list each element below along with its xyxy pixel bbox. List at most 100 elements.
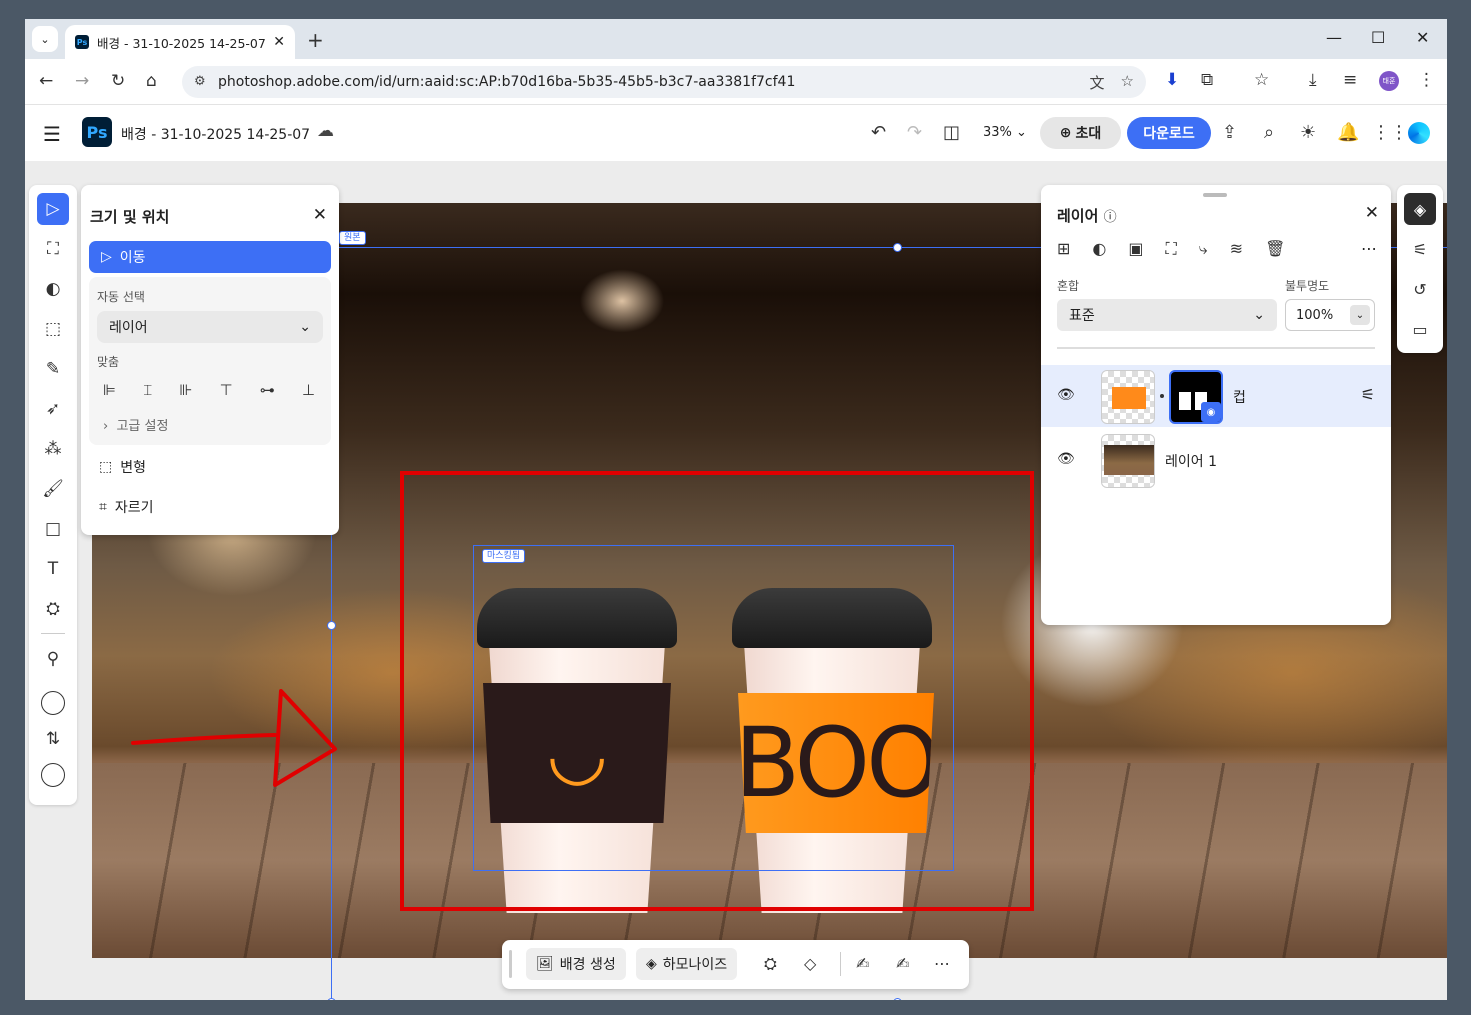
layer-thumbnail[interactable] bbox=[1101, 434, 1155, 488]
lightbulb-icon[interactable]: ☀ bbox=[1300, 122, 1316, 143]
align-bottom-icon[interactable]: ⊥ bbox=[302, 381, 315, 399]
quick-actions-icon[interactable]: ➶ bbox=[37, 393, 69, 425]
info-icon[interactable]: ⓘ bbox=[1104, 210, 1117, 225]
selection-tool-icon[interactable]: ⬚ bbox=[37, 313, 69, 345]
extensions-puzzle-icon[interactable]: ⧉ bbox=[1201, 70, 1213, 90]
delete-layer-icon[interactable]: 🗑 bbox=[1265, 239, 1285, 259]
layer-row[interactable]: 👁 레이어 1 bbox=[1041, 429, 1391, 491]
drag-handle[interactable] bbox=[509, 950, 512, 978]
transform-handle-top[interactable] bbox=[893, 243, 902, 252]
bookmark-star-icon[interactable]: ☆ bbox=[1121, 72, 1134, 93]
shape-tool-icon[interactable]: □ bbox=[37, 513, 69, 545]
notification-bell-icon[interactable]: 🔔 bbox=[1337, 122, 1359, 143]
redo-icon[interactable]: ↷ bbox=[907, 122, 922, 143]
compare-icon[interactable]: ◫ bbox=[943, 122, 960, 143]
downloads-icon[interactable]: ⤓ bbox=[1309, 70, 1317, 90]
add-mask-brush-icon[interactable]: ✍ bbox=[856, 954, 869, 973]
document-title[interactable]: 배경 - 31-10-2025 14-25-07 bbox=[121, 124, 310, 144]
extension-arrow-icon[interactable]: ⬇ bbox=[1165, 70, 1179, 90]
foreground-color-swatch[interactable] bbox=[37, 687, 69, 719]
more-menu-icon[interactable]: ⋮ bbox=[1418, 70, 1435, 90]
background-color-swatch[interactable] bbox=[37, 759, 69, 791]
favorites-icon[interactable]: ☆ bbox=[1254, 70, 1269, 90]
transform-handle-left[interactable] bbox=[327, 621, 336, 630]
align-right-icon[interactable]: ⊪ bbox=[179, 381, 192, 399]
fill-layer-icon[interactable]: ⛶ bbox=[1166, 239, 1177, 259]
properties-icon[interactable]: ⚟ bbox=[1404, 233, 1436, 265]
harmonize-button[interactable]: ◈ 하모나이즈 bbox=[636, 948, 738, 980]
apps-grid-icon[interactable]: ⋮⋮ bbox=[1372, 122, 1408, 143]
swap-colors-icon[interactable]: ⇅ bbox=[37, 723, 69, 755]
hamburger-menu-icon[interactable]: ☰ bbox=[43, 122, 61, 146]
media-control-icon[interactable]: ≡ bbox=[1343, 70, 1357, 90]
site-info-icon[interactable]: ⚙ bbox=[194, 74, 206, 89]
reload-icon[interactable]: ↻ bbox=[111, 71, 125, 91]
subtract-mask-brush-icon[interactable]: ✍ bbox=[896, 954, 909, 973]
healing-brush-icon[interactable]: ✎ bbox=[37, 353, 69, 385]
visibility-eye-icon[interactable]: 👁 bbox=[1057, 451, 1075, 467]
add-image-tool-icon[interactable]: ⛶ bbox=[37, 233, 69, 265]
generative-fill-icon[interactable]: ⛭ bbox=[764, 954, 777, 974]
layers-panel-icon[interactable]: ◈ bbox=[1404, 193, 1436, 225]
transform-handle-bottom[interactable] bbox=[893, 998, 902, 1000]
align-top-icon[interactable]: ⊤ bbox=[220, 381, 233, 399]
advanced-settings-toggle[interactable]: › 고급 설정 bbox=[103, 415, 168, 434]
generative-fill-icon[interactable]: ⛭ bbox=[37, 593, 69, 625]
panel-drag-handle[interactable] bbox=[1203, 193, 1227, 197]
mask-icon[interactable]: ▣ bbox=[1128, 239, 1143, 259]
align-middle-v-icon[interactable]: ⊶ bbox=[260, 381, 275, 399]
close-tab-icon[interactable]: ✕ bbox=[273, 34, 285, 50]
cloud-sync-icon[interactable]: ☁ bbox=[317, 121, 334, 141]
adjustment-tool-icon[interactable]: ◐ bbox=[37, 273, 69, 305]
layer-thumbnail[interactable] bbox=[1101, 370, 1155, 424]
avatar[interactable]: 태훈 bbox=[1379, 71, 1399, 91]
new-tab-icon[interactable]: + bbox=[307, 28, 324, 52]
text-tool-icon[interactable]: T bbox=[37, 553, 69, 585]
mask-link-icon[interactable] bbox=[1160, 394, 1164, 398]
zoom-dropdown[interactable]: 33% ⌄ bbox=[983, 125, 1027, 140]
generate-background-button[interactable]: 🖼 배경 생성 bbox=[526, 948, 626, 980]
comments-icon[interactable]: ▭ bbox=[1404, 313, 1436, 345]
layer-properties-icon[interactable]: ⚟ bbox=[1361, 385, 1375, 404]
effects-tool-icon[interactable]: ⁂ bbox=[37, 433, 69, 465]
crop-option[interactable]: ⌗ 자르기 bbox=[99, 497, 154, 517]
canvas-area[interactable]: ◡ BOO 원본 마스킹됨 ▷ ⛶ ◐ ⬚ ✎ ➶ ⁂ 🖌 □ T ⛭ ⚲ ⇅ … bbox=[25, 161, 1447, 1000]
url-bar[interactable]: ⚙ photoshop.adobe.com/id/urn:aaid:sc:AP:… bbox=[182, 66, 1146, 98]
back-icon[interactable]: ← bbox=[39, 71, 53, 91]
close-icon[interactable]: ✕ bbox=[313, 205, 327, 225]
history-icon[interactable]: ↺ bbox=[1404, 273, 1436, 305]
opacity-field[interactable]: 100% ⌄ bbox=[1285, 299, 1375, 331]
chevron-down-icon[interactable]: ⌄ bbox=[1350, 305, 1370, 325]
more-options-icon[interactable]: ⋯ bbox=[934, 954, 950, 973]
masked-layer-bounding-box[interactable] bbox=[473, 545, 954, 871]
blend-mode-dropdown[interactable]: 표준 ⌄ bbox=[1057, 299, 1277, 331]
home-icon[interactable]: ⌂ bbox=[146, 71, 157, 91]
more-options-icon[interactable]: ⋯ bbox=[1361, 239, 1377, 258]
layer-row[interactable]: 👁 ◉ 컵 ⚟ bbox=[1041, 365, 1391, 427]
share-icon[interactable]: ⇪ bbox=[1222, 122, 1237, 143]
align-left-icon[interactable]: ⊫ bbox=[103, 381, 116, 399]
download-button[interactable]: 다운로드 bbox=[1127, 117, 1211, 149]
align-center-h-icon[interactable]: ⌶ bbox=[143, 381, 152, 399]
close-window-icon[interactable]: ✕ bbox=[1416, 28, 1429, 47]
add-layer-icon[interactable]: ⊞ bbox=[1057, 239, 1070, 259]
forward-icon[interactable]: → bbox=[75, 71, 89, 91]
eyedropper-icon[interactable]: ⚲ bbox=[37, 643, 69, 675]
brush-tool-icon[interactable]: 🖌 bbox=[37, 473, 69, 505]
adjustment-layer-icon[interactable]: ◐ bbox=[1092, 239, 1106, 259]
undo-icon[interactable]: ↶ bbox=[871, 122, 886, 143]
transform-option[interactable]: ⬚ 변형 bbox=[99, 457, 146, 477]
clip-icon[interactable]: ⤷ bbox=[1199, 239, 1208, 259]
maximize-icon[interactable]: ☐ bbox=[1371, 28, 1385, 47]
fill-bucket-icon[interactable]: ◇ bbox=[804, 954, 816, 973]
move-tool-icon[interactable]: ▷ bbox=[37, 193, 69, 225]
layer-mask-thumbnail[interactable]: ◉ bbox=[1169, 370, 1223, 424]
close-icon[interactable]: ✕ bbox=[1365, 203, 1379, 223]
visibility-eye-icon[interactable]: 👁 bbox=[1057, 387, 1075, 403]
layer-stack-icon[interactable]: ≋ bbox=[1230, 239, 1243, 259]
move-option-button[interactable]: ▷ 이동 bbox=[89, 241, 331, 273]
auto-select-dropdown[interactable]: 레이어 ⌄ bbox=[97, 311, 323, 343]
transform-handle-bottom-left[interactable] bbox=[327, 998, 336, 1000]
browser-tab[interactable]: Ps 배경 - 31-10-2025 14-25-07 - ✕ bbox=[65, 25, 295, 59]
invite-button[interactable]: ⊕ 초대 bbox=[1040, 117, 1121, 149]
